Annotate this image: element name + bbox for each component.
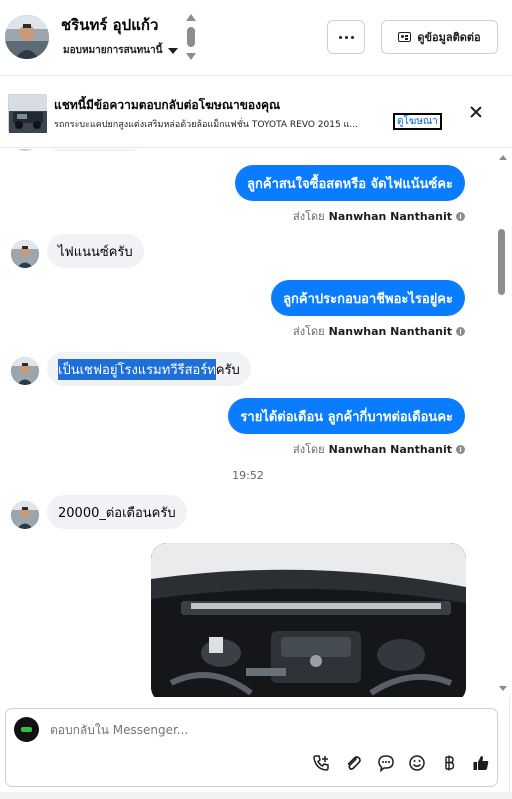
avatar[interactable]	[11, 240, 39, 268]
arrow-down-icon[interactable]	[499, 686, 507, 691]
view-contact-info-button[interactable]: ดูข้อมูลติดต่อ	[381, 20, 498, 54]
avatar	[11, 149, 39, 151]
message-thread[interactable]: ลูกค้าสนใจซื้อสดหรือ จัดไฟแน้นซ์คะ ส่งโด…	[0, 149, 496, 697]
avatar[interactable]	[11, 357, 39, 385]
incoming-message[interactable]: ไฟแนนซ์ครับ	[47, 234, 144, 268]
ad-thumbnail[interactable]	[8, 94, 47, 133]
avatar-photo-icon	[11, 240, 39, 268]
chevron-down-icon	[168, 47, 179, 54]
info-icon[interactable]	[456, 211, 465, 221]
engine-photo-attachment[interactable]	[151, 543, 466, 697]
ad-reply-banner: แชทนี้มีข้อความตอบกลับต่อโฆษณาของคุณ รถก…	[0, 77, 510, 148]
close-icon[interactable]	[468, 104, 484, 120]
like-icon[interactable]	[470, 752, 492, 774]
message-scrollbar[interactable]	[496, 149, 510, 697]
avatar-photo-icon	[5, 15, 49, 59]
reply-composer[interactable]	[5, 708, 498, 787]
contact-name: ชรินทร์ อุปแก้ว	[61, 16, 159, 34]
message-bubble-partial	[47, 149, 143, 151]
emoji-icon[interactable]	[406, 752, 428, 774]
message-text: ครับ	[215, 362, 240, 378]
sent-by-prefix: ส่งโดย	[293, 443, 325, 456]
call-add-icon[interactable]	[310, 752, 332, 774]
info-icon[interactable]	[456, 326, 465, 336]
sender-name: Nanwhan Nanthanit	[328, 209, 452, 223]
outgoing-message[interactable]: รายได้ต่อเดือน ลูกค้ากี่บาทต่อเดือนคะ	[228, 398, 465, 434]
header-scroll-control[interactable]	[185, 14, 197, 62]
sent-by-prefix: ส่งโดย	[293, 210, 325, 223]
car-photo-icon	[9, 95, 47, 133]
attachment-icon[interactable]	[342, 752, 364, 774]
engine-photo-icon	[151, 543, 466, 697]
view-contact-info-label: ดูข้อมูลติดต่อ	[417, 31, 481, 44]
reply-input[interactable]	[50, 723, 430, 737]
selected-text[interactable]: เป็นเชฟอยู่โรงแรมทวีรีสอร์ท	[58, 358, 216, 380]
outgoing-message[interactable]: ลูกค้าประกอบอาชีพอะไรอยู่คะ	[271, 280, 465, 316]
avatar[interactable]	[11, 501, 39, 529]
avatar-photo-icon	[11, 501, 39, 529]
message-timestamp: 19:52	[232, 469, 264, 482]
incoming-message[interactable]: 20000_ต่อเดือนครับ	[47, 495, 187, 529]
avatar[interactable]	[5, 15, 49, 59]
sent-by-label: ส่งโดย Nanwhan Nanthanit	[293, 322, 465, 340]
arrow-down-icon[interactable]	[186, 53, 196, 60]
sender-name: Nanwhan Nanthanit	[328, 324, 452, 338]
outgoing-message[interactable]: ลูกค้าสนใจซื้อสดหรือ จัดไฟแน้นซ์คะ	[235, 165, 465, 201]
ad-banner-title: แชทนี้มีข้อความตอบกลับต่อโฆษณาของคุณ	[54, 98, 281, 112]
assign-label: มอบหมายการสนทนานี้	[63, 45, 163, 56]
more-options-button[interactable]	[327, 20, 365, 54]
composer-toolbar	[306, 752, 491, 776]
sent-by-prefix: ส่งโดย	[293, 325, 325, 338]
arrow-up-icon[interactable]	[186, 14, 196, 21]
view-ad-link[interactable]: ดูโฆษณา	[393, 113, 442, 130]
scroll-thumb[interactable]	[498, 229, 505, 295]
ad-banner-subtitle: รถกระบะแคปยกสูงแต่งเสริมหล่อด้วยล้อแม็กแ…	[54, 120, 358, 130]
scroll-thumb[interactable]	[187, 27, 195, 47]
sent-by-label: ส่งโดย Nanwhan Nanthanit	[293, 207, 465, 225]
page-avatar	[14, 717, 39, 742]
sender-name: Nanwhan Nanthanit	[328, 442, 452, 456]
arrow-up-icon[interactable]	[499, 155, 507, 160]
incoming-message[interactable]: เป็นเชฟอยู่โรงแรมทวีรีสอร์ท ครับ	[47, 352, 251, 386]
assign-conversation-dropdown[interactable]: มอบหมายการสนทนานี้	[63, 43, 179, 58]
conversation-header: ชรินทร์ อุปแก้ว มอบหมายการสนทนานี้ ดูข้อ…	[0, 0, 510, 76]
avatar-photo-icon	[11, 357, 39, 385]
info-icon[interactable]	[456, 444, 465, 454]
conversation-panel: ชรินทร์ อุปแก้ว มอบหมายการสนทนานี้ ดูข้อ…	[0, 0, 510, 799]
more-icon	[338, 35, 354, 39]
bottom-edge	[0, 792, 512, 799]
baht-icon[interactable]	[438, 752, 460, 774]
contact-card-icon	[398, 32, 412, 42]
sent-by-label: ส่งโดย Nanwhan Nanthanit	[293, 440, 465, 458]
quick-reply-icon[interactable]	[375, 752, 397, 774]
